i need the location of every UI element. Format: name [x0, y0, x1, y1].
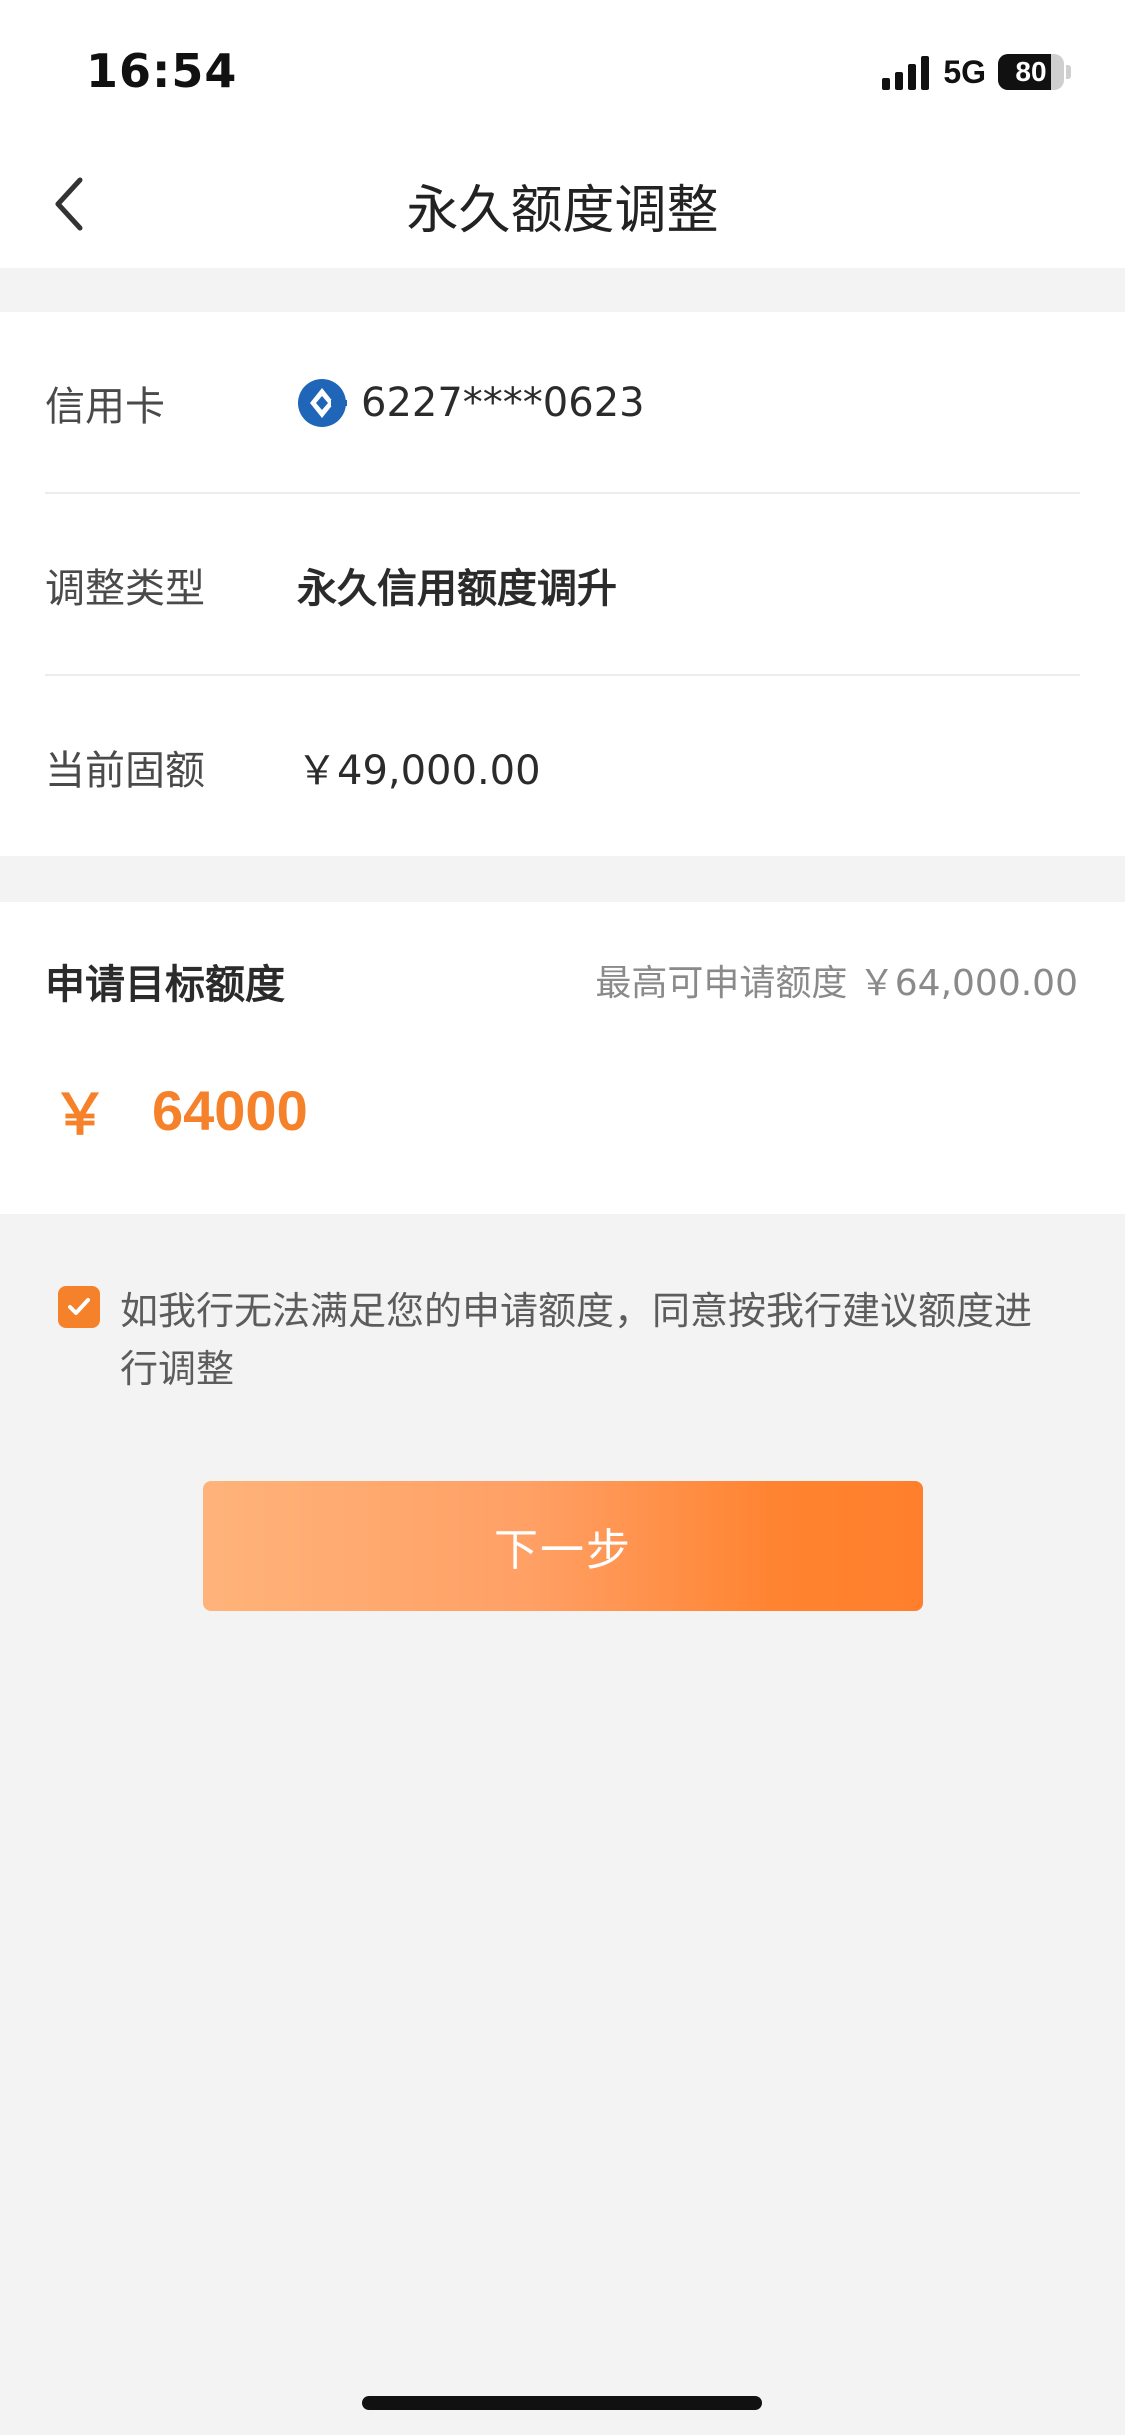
adjust-type-row: 调整类型 永久信用额度调升	[45, 494, 1080, 675]
checkmark-icon	[68, 1298, 90, 1315]
current-limit-value: ￥49,000.00	[297, 747, 541, 794]
max-limit-hint: 最高可申请额度 ￥64,000.00	[595, 963, 1078, 1004]
network-type: 5G	[943, 53, 986, 90]
nav-bar: 永久额度调整	[0, 140, 1125, 268]
credit-card-row[interactable]: 信用卡 6227****0623	[45, 312, 1080, 493]
agreement-text: 如我行无法满足您的申请额度，同意按我行建议额度进行调整	[120, 1289, 1033, 1391]
currency-symbol: ￥	[52, 1083, 108, 1148]
adjust-type-value: 永久信用额度调升	[297, 565, 617, 612]
adjust-type-label: 调整类型	[45, 565, 205, 612]
credit-card-label: 信用卡	[45, 383, 165, 430]
current-limit-row: 当前固额 ￥49,000.00	[45, 676, 1080, 857]
agreement-checkbox[interactable]	[58, 1286, 100, 1328]
card-number: 6227****0623	[361, 379, 645, 426]
status-bar: 16:54 5G 80	[0, 0, 1125, 140]
target-limit-section: 申请目标额度 最高可申请额度 ￥64,000.00 ￥ 64000	[0, 902, 1125, 1214]
ccb-bank-logo-icon	[298, 378, 347, 427]
next-step-button[interactable]: 下一步	[203, 1481, 923, 1611]
target-amount-value[interactable]: 64000	[152, 1078, 308, 1143]
card-info-section: 信用卡 6227****0623 调整类型 永久信用额度调升 当前固额 ￥49,…	[0, 312, 1125, 856]
target-limit-label: 申请目标额度	[45, 962, 285, 1008]
battery-cap	[1066, 65, 1071, 79]
status-time: 16:54	[86, 44, 238, 98]
signal-bars-icon	[882, 54, 930, 90]
credit-card-value: 6227****0623	[297, 378, 645, 428]
battery-level: 80	[1015, 56, 1047, 87]
status-indicators: 5G 80	[882, 50, 1071, 94]
page-title: 永久额度调整	[406, 181, 719, 241]
target-amount-input[interactable]: ￥ 64000	[52, 1070, 308, 1151]
agreement-row: 如我行无法满足您的申请额度，同意按我行建议额度进行调整	[58, 1282, 1068, 1398]
battery-icon: 80	[998, 54, 1064, 90]
current-limit-label: 当前固额	[45, 747, 205, 794]
home-indicator[interactable]	[362, 2396, 762, 2410]
